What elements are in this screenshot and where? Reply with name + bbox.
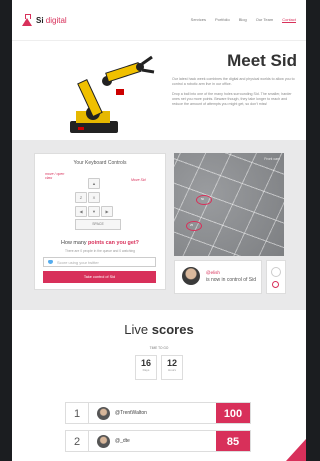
target-ring-label: 50 (201, 197, 205, 201)
circle-icon (271, 267, 281, 277)
hero-text: Meet Sid Our latest hack week combines t… (172, 51, 297, 112)
score-username[interactable]: @_dte (115, 438, 216, 444)
nav-link-our-team[interactable]: Our Team (256, 17, 274, 23)
twitter-icon (48, 260, 53, 264)
nav-link-blog[interactable]: Blog (239, 17, 247, 23)
robot-arm-image (70, 55, 155, 133)
key-left[interactable]: ◀ (75, 206, 87, 217)
note-claw: move / open claw (45, 172, 65, 180)
avatar (97, 434, 110, 448)
nav-link-portfolio[interactable]: Portfolio (215, 17, 230, 23)
top-nav: Si digital Services Portfolio Blog Our T… (12, 0, 306, 41)
hero-section: Meet Sid Our latest hack week combines t… (12, 41, 306, 141)
side-widget (266, 260, 286, 294)
score-row: 2 @_dte 85 (65, 430, 251, 452)
twitter-input-placeholder: Score using your twitter (57, 259, 99, 265)
target-ring (186, 221, 202, 231)
camera-feed: Front cam 50 25 (174, 153, 284, 256)
hero-paragraph-2: Drop a ball into one of the many holes s… (172, 92, 292, 106)
days-counter: 16 Days (135, 355, 157, 380)
key-down[interactable]: ▼ (88, 206, 100, 217)
hero-paragraph-1: Our latest hack week combines the digita… (172, 77, 295, 86)
logo-text: Si digital (36, 16, 67, 25)
camera-label: Front cam (264, 157, 280, 161)
nav-link-services[interactable]: Services (191, 17, 206, 23)
web-page: Si digital Services Portfolio Blog Our T… (12, 0, 306, 461)
key-z[interactable]: Z (75, 192, 87, 203)
keyboard-controls-card: Your Keyboard Controls move / open claw … (34, 153, 166, 290)
queue-status: There are 0 people in the queue and 0 wa… (64, 249, 136, 253)
target-ring-label: 25 (190, 223, 194, 227)
nav-link-contact[interactable]: Contact (282, 17, 296, 23)
score-username[interactable]: @TrentWalton (115, 410, 216, 416)
hours-value: 12 (166, 358, 177, 368)
title-bold: Sid (270, 51, 297, 70)
twitter-input[interactable]: Score using your twitter (43, 257, 156, 267)
time-to-go-label: TIME TO GO (149, 346, 169, 350)
avatar (182, 267, 200, 285)
take-control-button[interactable]: Take control of Sid (43, 271, 156, 283)
page-title: Meet Sid (172, 51, 297, 71)
controller-message: is now in control of Sid (206, 277, 257, 283)
logo[interactable]: Si digital (22, 14, 67, 26)
controller-username[interactable]: @elish (206, 270, 220, 275)
score-value: 100 (216, 403, 250, 423)
current-controller-card: @elish is now in control of Sid (174, 260, 262, 294)
key-x[interactable]: X (88, 192, 100, 203)
score-value: 85 (216, 431, 250, 451)
scores-title-bold: scores (151, 322, 194, 337)
note-move: Move Sid (131, 178, 146, 182)
points-question-prefix: How many (61, 240, 87, 246)
scores-title: Live scores (12, 322, 306, 337)
corner-accent (286, 439, 306, 461)
title-light: Meet (227, 51, 266, 70)
points-question-highlight: points can you get? (88, 240, 139, 246)
key-up[interactable]: ▲ (88, 178, 100, 189)
key-right[interactable]: ▶ (101, 206, 113, 217)
hours-label: Hours (167, 368, 176, 372)
hours-counter: 12 Hours (161, 355, 183, 380)
logo-mark: Si (36, 15, 44, 25)
keyboard-title: Your Keyboard Controls (73, 160, 127, 166)
avatar (97, 406, 110, 420)
score-rank: 1 (66, 403, 89, 423)
nav-links: Services Portfolio Blog Our Team Contact (191, 17, 296, 23)
days-label: Days (142, 368, 150, 372)
score-rank: 2 (66, 431, 89, 451)
control-section: Your Keyboard Controls move / open claw … (12, 140, 306, 310)
scores-title-light: Live (124, 322, 149, 337)
logo-suffix: digital (45, 15, 67, 25)
flask-icon (22, 14, 32, 26)
key-space[interactable]: SPACE (75, 219, 121, 230)
score-row: 1 @TrentWalton 100 (65, 402, 251, 424)
points-question: How many points can you get? (35, 240, 165, 246)
days-value: 16 (140, 358, 151, 368)
ring-icon (272, 281, 279, 288)
